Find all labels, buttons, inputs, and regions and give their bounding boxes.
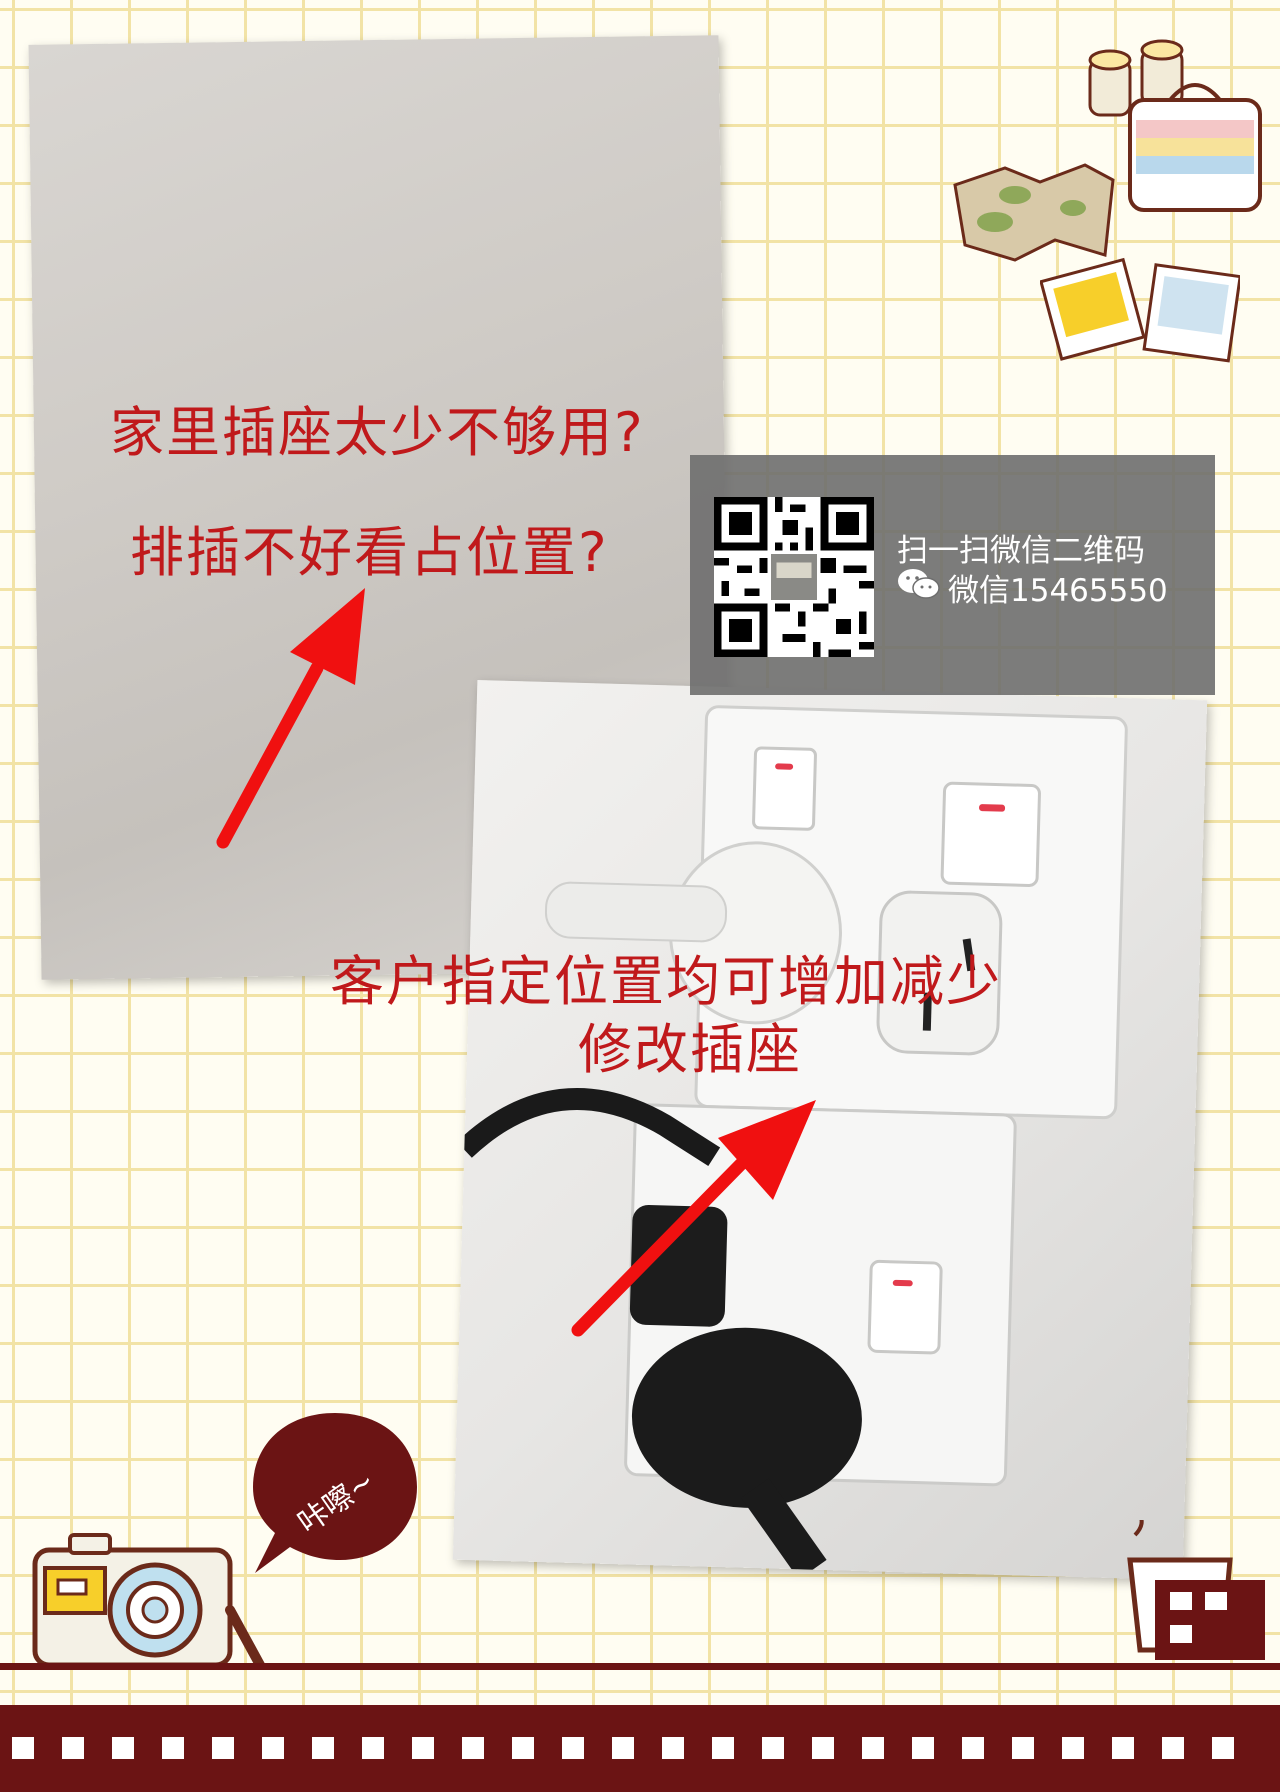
qr-caption: 扫一扫微信二维码 [897,533,1145,569]
qr-code[interactable] [714,497,874,657]
speech-bubble: 咔嚓~ [253,1413,417,1573]
film-strip [0,1705,1280,1792]
map-icon [953,163,1115,262]
film-top-line [0,1663,1280,1670]
socket-illustration [456,705,1128,1580]
camera-icon [32,1533,265,1670]
coffee-cup-icon [1127,1520,1265,1660]
poster-canvas: 家里插座太少不够用? 排插不好看占位置? 客户指定位置均可增加减少 修改插座 扫… [0,0,1280,1792]
suitcase-icon [1128,83,1262,212]
headline-question-1: 家里插座太少不够用? [110,401,645,464]
qr-panel: 扫一扫微信二维码 微信15465550 [690,455,1215,695]
polaroid-icon [1040,257,1240,363]
arrow-up-right-1 [216,588,365,849]
headline-claim-line-2: 修改插座 [578,1018,802,1081]
arrow-up-right-2 [571,1100,816,1337]
headline-question-2: 排插不好看占位置? [130,521,609,584]
wechat-id: 微信15465550 [948,573,1168,609]
socket-photo [452,679,1208,1581]
wechat-icon [898,569,940,599]
